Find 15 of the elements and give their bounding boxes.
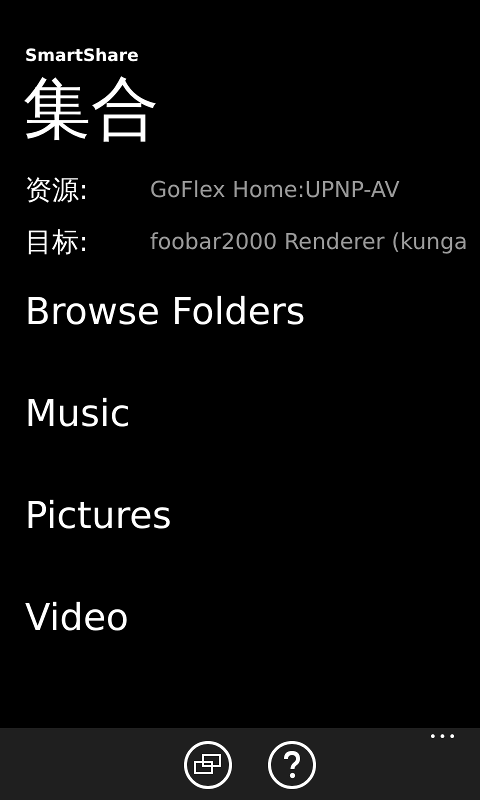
more-button[interactable]: ••• — [428, 730, 458, 745]
page-title: 集合 — [23, 70, 160, 151]
info-label: 目标: — [25, 226, 90, 260]
info-label: 资源: — [25, 174, 90, 208]
menu-item[interactable]: Pictures — [25, 488, 480, 590]
menu-item[interactable]: Browse Folders — [25, 284, 480, 386]
help-icon — [283, 751, 301, 779]
help-button[interactable] — [268, 741, 316, 789]
switch-button[interactable] — [184, 741, 232, 789]
menu-item[interactable]: Video — [25, 590, 480, 692]
app-title: SmartShare — [25, 46, 140, 68]
info-value: GoFlex Home:UPNP-AV — [150, 177, 401, 205]
info-value: foobar2000 Renderer (kunga — [150, 229, 469, 257]
menu-item[interactable]: Music — [25, 386, 480, 488]
windows-icon — [194, 754, 222, 776]
